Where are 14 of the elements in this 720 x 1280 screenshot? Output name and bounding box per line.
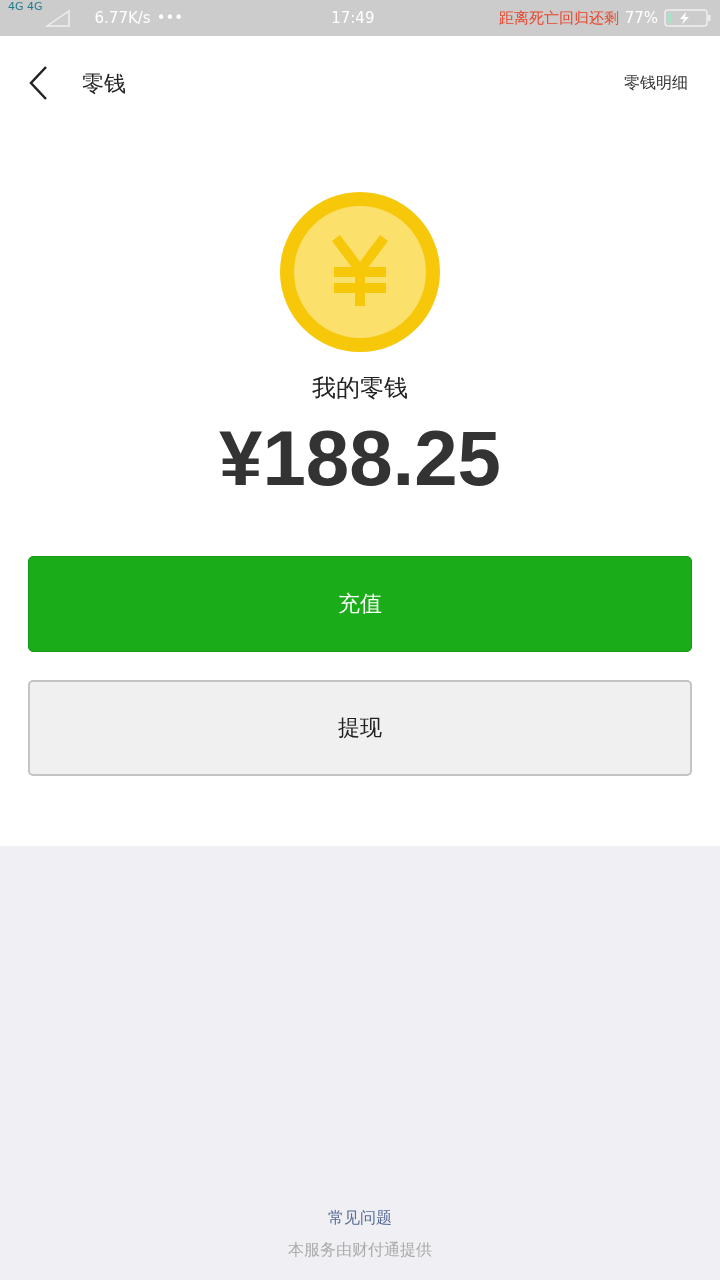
withdraw-button[interactable]: 提现	[28, 679, 692, 776]
page-title: 零钱	[82, 69, 126, 98]
battery-charging-icon	[664, 8, 712, 28]
signal-icon	[44, 9, 71, 27]
network-label: 4G 4G	[8, 1, 43, 12]
service-provider-note: 本服务由财付通提供	[288, 1239, 432, 1261]
more-dots: •••	[156, 7, 184, 29]
balance-amount: ¥188.25	[219, 413, 501, 504]
balance-label: 我的零钱	[312, 373, 408, 404]
back-button[interactable]	[28, 65, 50, 101]
balance-details-link[interactable]: 零钱明细	[624, 71, 688, 95]
faq-link[interactable]: 常见问题	[328, 1206, 392, 1230]
countdown-notice: 距离死亡回归还剩	[498, 7, 619, 29]
yuan-coin-icon	[280, 192, 440, 352]
